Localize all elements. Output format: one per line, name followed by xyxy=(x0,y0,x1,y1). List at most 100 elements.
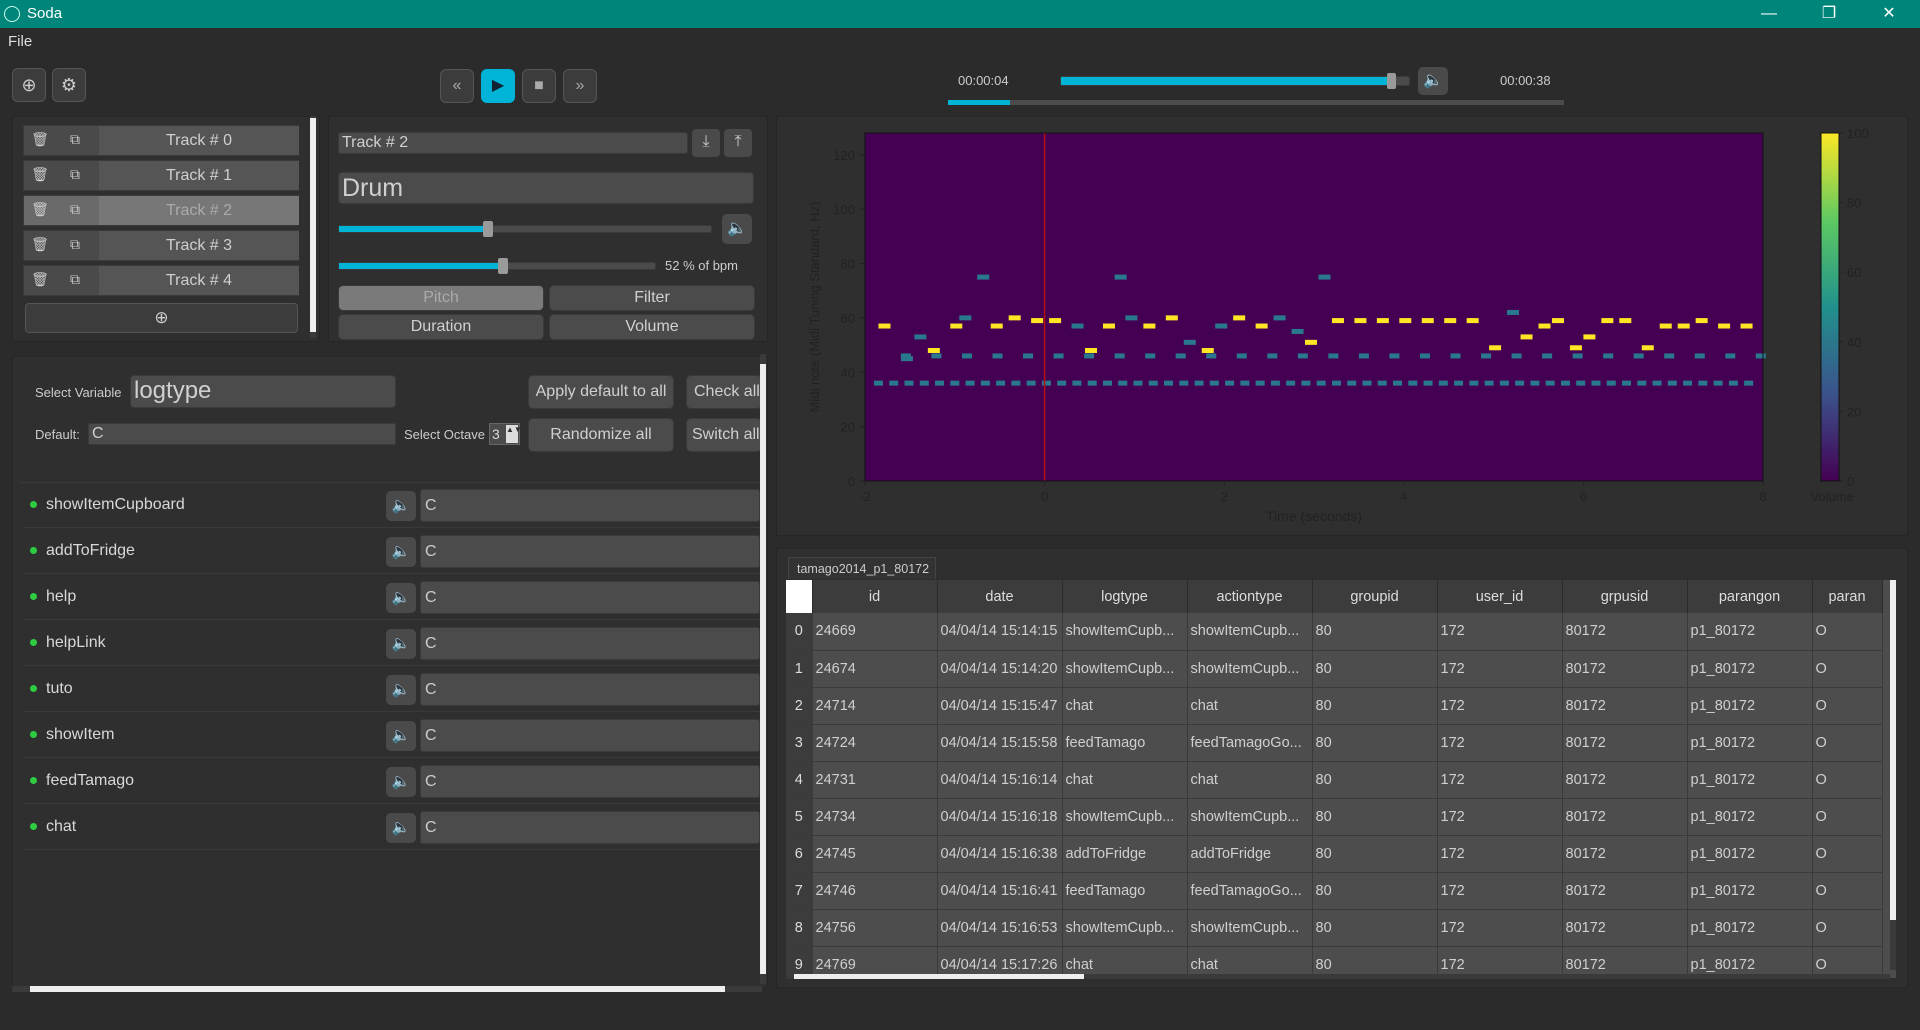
note-field[interactable]: C xyxy=(420,811,760,844)
table-row[interactable]: 5 24734 04/04/14 15:16:18 showItemCupb... sh… xyxy=(786,798,1883,836)
forward-button[interactable]: » xyxy=(563,69,597,103)
tab-volume[interactable]: Volume xyxy=(549,314,755,340)
bpm-slider[interactable] xyxy=(338,258,656,274)
table-cell[interactable]: 80 xyxy=(1312,872,1438,910)
table-cell[interactable]: 80 xyxy=(1312,835,1438,873)
select-all-corner[interactable] xyxy=(786,580,813,613)
table-cell[interactable]: 172 xyxy=(1437,761,1563,799)
table-cell[interactable]: addToFridge xyxy=(1062,835,1188,873)
table-cell[interactable]: 80172 xyxy=(1562,613,1688,651)
table-cell[interactable]: chat xyxy=(1187,761,1313,799)
table-cell[interactable]: 80172 xyxy=(1562,724,1688,762)
tab-duration[interactable]: Duration xyxy=(338,314,544,340)
table-cell[interactable]: 80172 xyxy=(1562,687,1688,725)
column-header[interactable]: user_id xyxy=(1437,580,1563,613)
speaker-button[interactable]: 🔈 xyxy=(386,629,416,659)
table-cell[interactable]: O xyxy=(1812,650,1883,688)
add-track-button[interactable]: ⊕ xyxy=(12,68,46,102)
menu-file[interactable]: File xyxy=(8,33,32,50)
table-cell[interactable]: O xyxy=(1812,761,1883,799)
track-row[interactable]: 🗑 ⧉ Track # 2 xyxy=(23,195,299,226)
randomize-all-button[interactable]: Randomize all xyxy=(528,418,674,452)
apply-default-button[interactable]: Apply default to all xyxy=(528,375,674,409)
master-volume-handle[interactable] xyxy=(1386,73,1396,89)
rewind-button[interactable]: « xyxy=(440,69,474,103)
table-cell[interactable]: 172 xyxy=(1437,613,1563,651)
table-row[interactable]: 3 24724 04/04/14 15:15:58 feedTamago feedTam… xyxy=(786,724,1883,762)
table-cell[interactable]: p1_80172 xyxy=(1687,650,1813,688)
speaker-button[interactable]: 🔈 xyxy=(386,675,416,705)
table-tab[interactable]: tamago2014_p1_80172 xyxy=(788,557,936,579)
table-cell[interactable]: 24745 xyxy=(812,835,938,873)
table-cell[interactable]: 24756 xyxy=(812,909,938,947)
trash-icon[interactable]: 🗑 xyxy=(29,236,51,256)
variable-horizontal-scrollbar[interactable] xyxy=(12,986,762,992)
table-row[interactable]: 8 24756 04/04/14 15:16:53 showItemCupb... sh… xyxy=(786,909,1883,947)
table-cell[interactable]: 80 xyxy=(1312,724,1438,762)
trash-icon[interactable]: 🗑 xyxy=(29,201,51,221)
table-cell[interactable]: 80 xyxy=(1312,650,1438,688)
row-header[interactable]: 2 xyxy=(786,687,813,725)
table-cell[interactable]: O xyxy=(1812,687,1883,725)
table-cell[interactable]: feedTamago xyxy=(1062,872,1188,910)
table-cell[interactable]: showItemCupb... xyxy=(1062,798,1188,836)
row-header[interactable]: 0 xyxy=(786,613,813,651)
minimize-button[interactable]: — xyxy=(1754,3,1784,25)
table-horizontal-scrollbar[interactable] xyxy=(786,974,1890,979)
master-speaker-button[interactable]: 🔈 xyxy=(1418,67,1448,95)
table-row[interactable]: 7 24746 04/04/14 15:16:41 feedTamago feedTam… xyxy=(786,872,1883,910)
tab-filter[interactable]: Filter xyxy=(549,285,755,311)
speaker-button[interactable]: 🔈 xyxy=(386,583,416,613)
table-cell[interactable]: 24746 xyxy=(812,872,938,910)
row-header[interactable]: 4 xyxy=(786,761,813,799)
table-cell[interactable]: showItemCupb... xyxy=(1187,613,1313,651)
column-header[interactable]: grpusid xyxy=(1562,580,1688,613)
table-cell[interactable]: 80 xyxy=(1312,613,1438,651)
track-list-scrollbar[interactable] xyxy=(310,116,316,338)
table-row[interactable]: 4 24731 04/04/14 15:16:14 chat chat 80 172 8017… xyxy=(786,761,1883,799)
table-cell[interactable]: 80172 xyxy=(1562,835,1688,873)
track-label[interactable]: Track # 2 xyxy=(99,196,299,225)
track-label[interactable]: Track # 1 xyxy=(99,161,299,190)
table-cell[interactable]: 172 xyxy=(1437,687,1563,725)
note-field[interactable]: C xyxy=(420,489,760,522)
table-row[interactable]: 1 24674 04/04/14 15:14:20 showItemCupb... sh… xyxy=(786,650,1883,688)
column-header[interactable]: parangon xyxy=(1687,580,1813,613)
master-volume-slider[interactable] xyxy=(1060,73,1410,89)
table-cell[interactable]: feedTamagoGo... xyxy=(1187,872,1313,910)
tab-pitch[interactable]: Pitch xyxy=(338,285,544,311)
trash-icon[interactable]: 🗑 xyxy=(29,131,51,151)
table-cell[interactable]: 80 xyxy=(1312,909,1438,947)
variable-horizontal-scroll-thumb[interactable] xyxy=(30,986,725,992)
table-cell[interactable]: O xyxy=(1812,909,1883,947)
note-field[interactable]: C xyxy=(420,627,760,660)
table-cell[interactable]: chat xyxy=(1062,761,1188,799)
duplicate-icon[interactable]: ⧉ xyxy=(64,201,86,221)
table-cell[interactable]: 24714 xyxy=(812,687,938,725)
table-cell[interactable]: 04/04/14 15:16:41 xyxy=(937,872,1063,910)
table-vertical-scrollbar[interactable] xyxy=(1890,580,1896,970)
column-header[interactable]: date xyxy=(937,580,1063,613)
note-field[interactable]: C xyxy=(420,765,760,798)
column-header[interactable]: logtype xyxy=(1062,580,1188,613)
table-cell[interactable]: chat xyxy=(1062,687,1188,725)
table-cell[interactable]: 172 xyxy=(1437,872,1563,910)
speaker-button[interactable]: 🔈 xyxy=(386,813,416,843)
add-track-list-button[interactable]: ⊕ xyxy=(25,303,298,333)
table-cell[interactable]: 80 xyxy=(1312,798,1438,836)
table-cell[interactable]: 172 xyxy=(1437,835,1563,873)
column-header[interactable]: paran xyxy=(1812,580,1883,613)
note-field[interactable]: C xyxy=(420,535,760,568)
track-speaker-button[interactable]: 🔈 xyxy=(722,214,752,244)
row-header[interactable]: 8 xyxy=(786,909,813,947)
table-cell[interactable]: 80172 xyxy=(1562,872,1688,910)
table-cell[interactable]: feedTamagoGo... xyxy=(1187,724,1313,762)
table-cell[interactable]: 24734 xyxy=(812,798,938,836)
table-cell[interactable]: 172 xyxy=(1437,724,1563,762)
play-button[interactable]: ▶ xyxy=(481,69,515,103)
table-row[interactable]: 6 24745 04/04/14 15:16:38 addToFridge addToF… xyxy=(786,835,1883,873)
track-row[interactable]: 🗑 ⧉ Track # 0 xyxy=(23,125,299,156)
spinbox-arrows-icon[interactable]: ▲▼ xyxy=(506,425,522,443)
track-list-scroll-thumb[interactable] xyxy=(310,118,316,332)
table-cell[interactable]: 80172 xyxy=(1562,798,1688,836)
